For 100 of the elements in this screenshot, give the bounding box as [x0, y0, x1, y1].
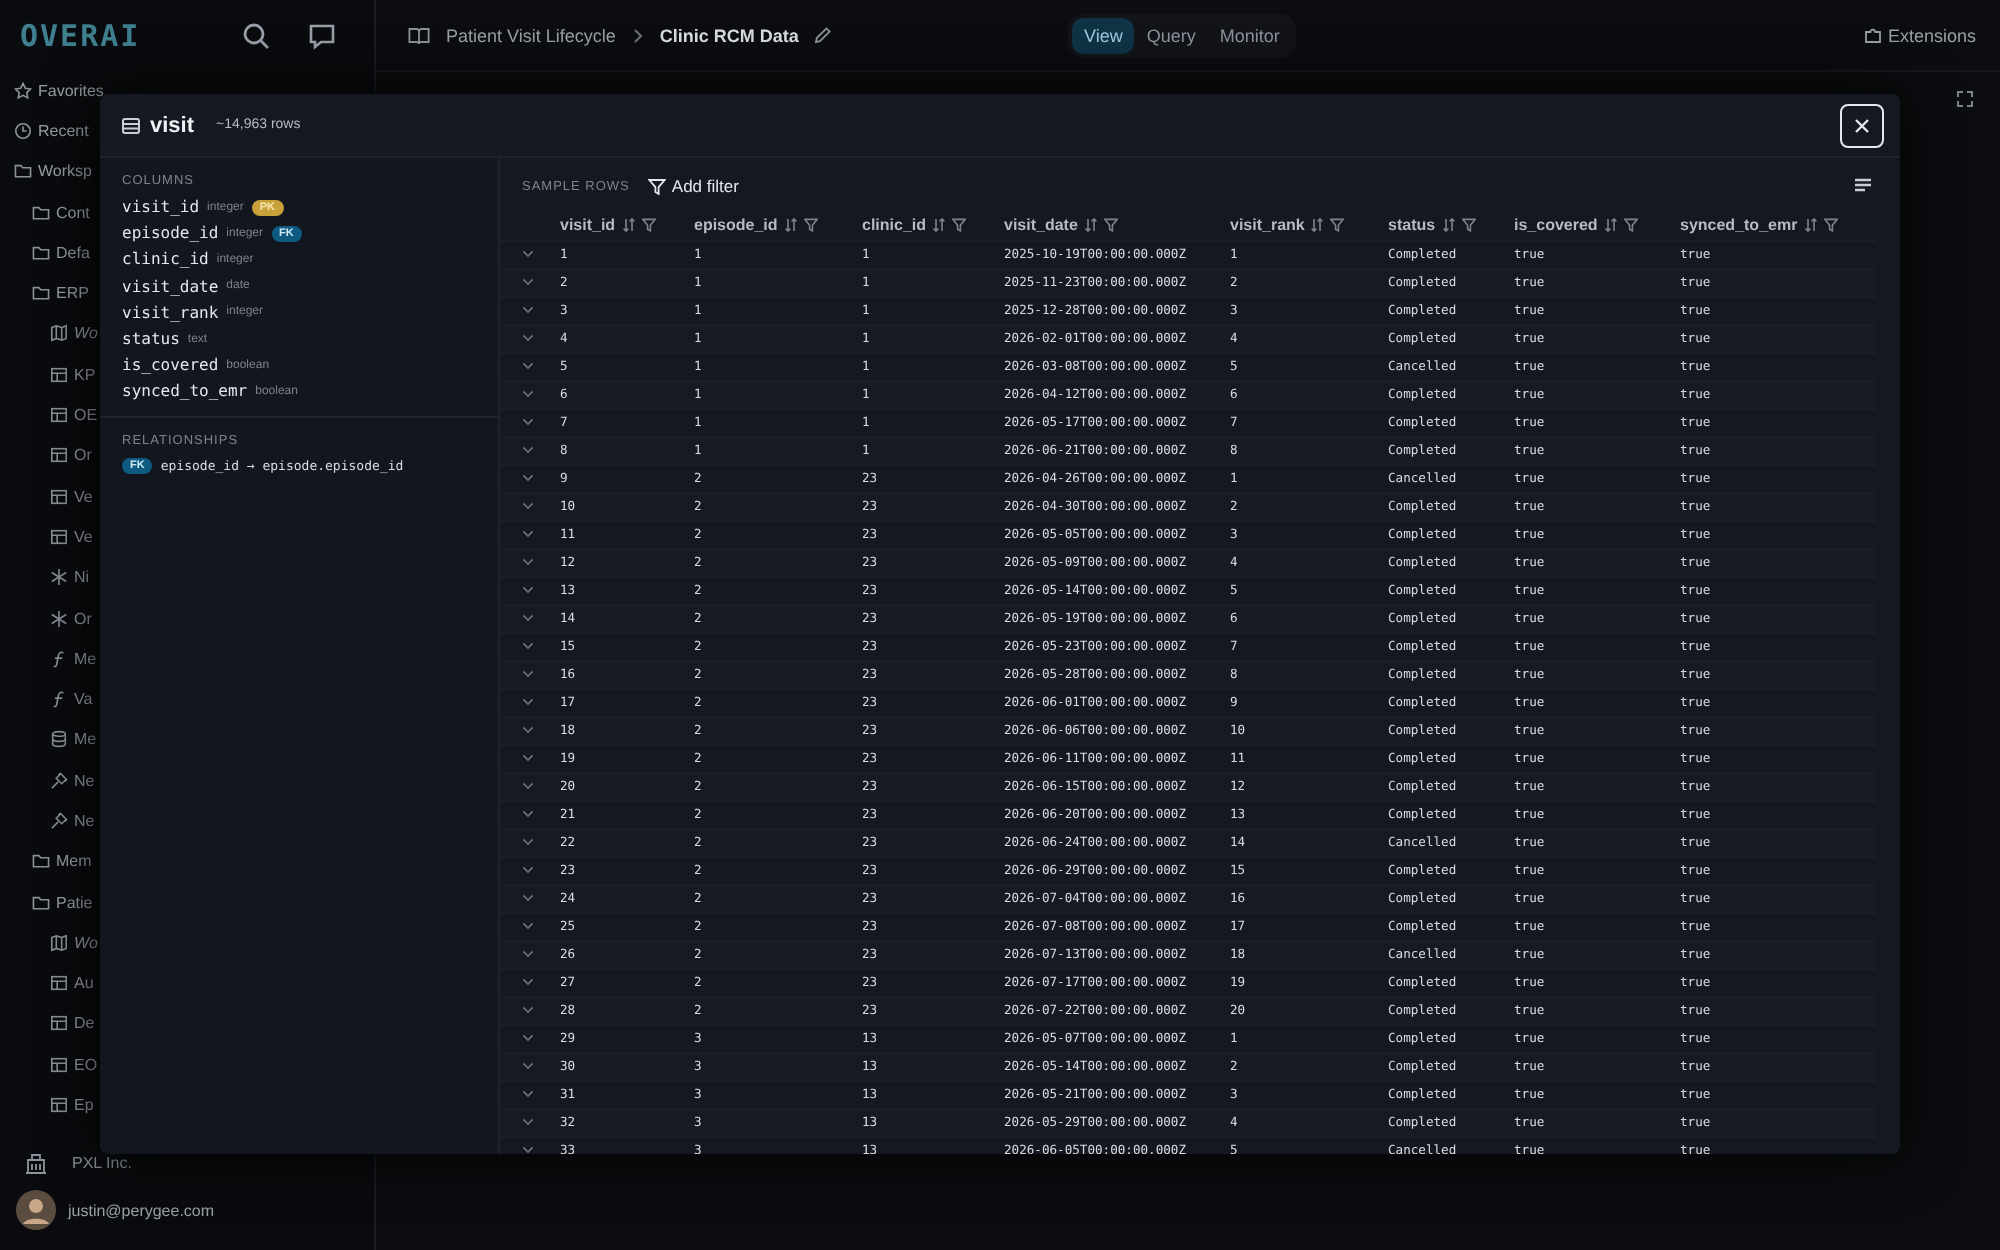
expand-row-icon[interactable]: [522, 950, 534, 958]
column-header[interactable]: synced_to_emr: [1680, 215, 1798, 233]
expand-row-icon[interactable]: [522, 502, 534, 510]
filter-icon[interactable]: [1623, 217, 1638, 231]
expand-row-icon[interactable]: [522, 810, 534, 818]
column-header[interactable]: clinic_id: [862, 215, 927, 233]
user-email[interactable]: justin@perygee.com: [68, 1201, 215, 1219]
filter-icon[interactable]: [1330, 217, 1345, 231]
sort-icon[interactable]: [621, 217, 636, 231]
sidebar-item[interactable]: Ni: [74, 568, 90, 587]
sort-icon[interactable]: [1441, 217, 1456, 231]
sort-icon[interactable]: [1803, 217, 1818, 231]
sidebar-item[interactable]: Or: [74, 446, 92, 465]
sidebar-item[interactable]: Or: [74, 609, 92, 627]
organization-name[interactable]: PXL Inc.: [72, 1154, 132, 1172]
expand-row-icon[interactable]: [522, 978, 534, 986]
sidebar-item[interactable]: Ne: [74, 771, 95, 790]
sidebar-item[interactable]: Ne: [74, 811, 95, 830]
expand-row-icon[interactable]: [522, 278, 534, 286]
filter-icon[interactable]: [1461, 217, 1476, 231]
expand-row-icon[interactable]: [522, 1090, 534, 1098]
expand-row-icon[interactable]: [522, 306, 534, 314]
column-header[interactable]: episode_id: [694, 215, 778, 233]
expand-row-icon[interactable]: [522, 390, 534, 398]
expand-row-icon[interactable]: [522, 726, 534, 734]
sidebar-item[interactable]: Worksp: [38, 162, 92, 181]
sidebar-item[interactable]: Ve: [74, 487, 93, 506]
sort-icon[interactable]: [1310, 217, 1325, 231]
search-icon[interactable]: [242, 21, 270, 49]
pencil-icon[interactable]: [814, 26, 833, 44]
expand-row-icon[interactable]: [522, 698, 534, 706]
sidebar-item[interactable]: Wo: [74, 933, 98, 952]
sidebar-item[interactable]: Wo: [74, 324, 98, 343]
sidebar-item[interactable]: Cont: [56, 203, 90, 222]
expand-row-icon[interactable]: [522, 446, 534, 454]
expand-row-icon[interactable]: [522, 866, 534, 874]
expand-row-icon[interactable]: [522, 334, 534, 342]
sidebar-item[interactable]: KP: [74, 365, 96, 384]
extensions-link[interactable]: Extensions: [1887, 25, 1976, 45]
column-header[interactable]: visit_id: [560, 215, 616, 233]
expand-row-icon[interactable]: [522, 1062, 534, 1070]
expand-row-icon[interactable]: [522, 530, 534, 538]
expand-row-icon[interactable]: [522, 1006, 534, 1014]
filter-icon[interactable]: [1823, 217, 1838, 231]
workflow-icon: [50, 324, 68, 343]
sidebar-item[interactable]: OE: [74, 406, 98, 425]
mode-tab[interactable]: View: [1072, 17, 1135, 53]
add-filter-button[interactable]: Add filter: [647, 176, 739, 196]
sidebar-item[interactable]: Patie: [56, 893, 93, 912]
sidebar-item[interactable]: De: [74, 1014, 95, 1033]
sidebar-item[interactable]: Defa: [56, 243, 90, 262]
expand-row-icon[interactable]: [522, 614, 534, 622]
expand-row-icon[interactable]: [522, 250, 534, 258]
filter-icon[interactable]: [803, 217, 818, 231]
sidebar-item[interactable]: Au: [74, 974, 94, 993]
avatar[interactable]: [16, 1190, 56, 1230]
sort-icon[interactable]: [1083, 217, 1098, 231]
sidebar-item[interactable]: Me: [74, 649, 97, 668]
expand-row-icon[interactable]: [522, 642, 534, 650]
columns-icon[interactable]: [1854, 178, 1872, 194]
expand-row-icon[interactable]: [522, 922, 534, 930]
sort-icon[interactable]: [783, 217, 798, 231]
expand-row-icon[interactable]: [522, 894, 534, 902]
sidebar-item[interactable]: Va: [74, 690, 93, 709]
sidebar-item[interactable]: Me: [74, 730, 97, 749]
expand-row-icon[interactable]: [522, 418, 534, 426]
filter-icon[interactable]: [952, 217, 967, 231]
expand-row-icon[interactable]: [522, 782, 534, 790]
column-header[interactable]: is_covered: [1514, 215, 1598, 233]
expand-row-icon[interactable]: [522, 474, 534, 482]
app-logo[interactable]: OVERAI: [20, 17, 242, 53]
sidebar-item[interactable]: EO: [74, 1055, 98, 1074]
sort-icon[interactable]: [932, 217, 947, 231]
sidebar-item[interactable]: Ve: [74, 527, 93, 546]
column-header[interactable]: visit_rank: [1230, 215, 1305, 233]
expand-icon[interactable]: [1956, 90, 1974, 108]
filter-icon[interactable]: [1103, 217, 1118, 231]
mode-tab[interactable]: Query: [1134, 17, 1208, 53]
sidebar-item[interactable]: Favorites: [38, 81, 104, 100]
sidebar-item[interactable]: Recent: [38, 121, 89, 140]
expand-row-icon[interactable]: [522, 558, 534, 566]
filter-icon[interactable]: [641, 217, 656, 231]
close-button[interactable]: [1840, 103, 1884, 147]
sort-icon[interactable]: [1603, 217, 1618, 231]
expand-row-icon[interactable]: [522, 1146, 534, 1154]
sidebar-item[interactable]: Ep: [74, 1096, 94, 1115]
chat-icon[interactable]: [308, 21, 336, 49]
expand-row-icon[interactable]: [522, 1118, 534, 1126]
expand-row-icon[interactable]: [522, 670, 534, 678]
column-header[interactable]: visit_date: [1004, 215, 1078, 233]
expand-row-icon[interactable]: [522, 754, 534, 762]
sidebar-item[interactable]: ERP: [56, 284, 89, 303]
column-header[interactable]: status: [1388, 215, 1436, 233]
breadcrumb-link[interactable]: Patient Visit Lifecycle: [446, 25, 616, 45]
sidebar-item[interactable]: Mem: [56, 852, 92, 871]
expand-row-icon[interactable]: [522, 362, 534, 370]
expand-row-icon[interactable]: [522, 586, 534, 594]
mode-tab[interactable]: Monitor: [1207, 17, 1292, 53]
expand-row-icon[interactable]: [522, 1034, 534, 1042]
expand-row-icon[interactable]: [522, 838, 534, 846]
